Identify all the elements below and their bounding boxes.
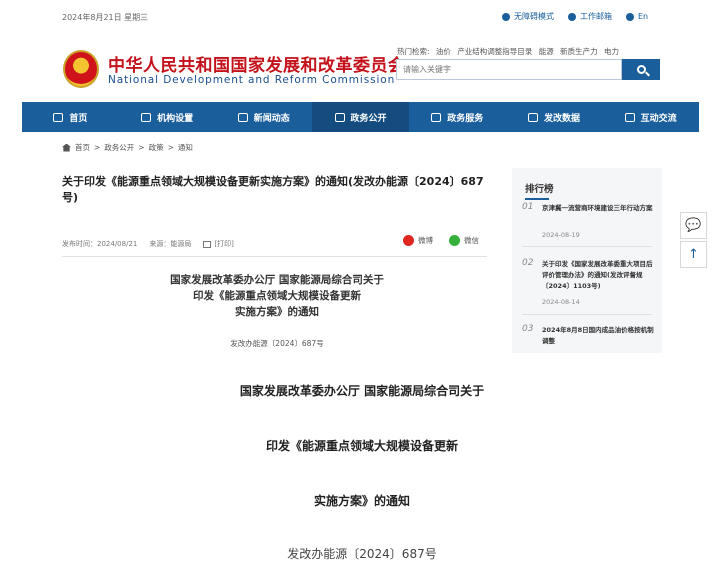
print-button[interactable]: [打印]: [203, 239, 234, 249]
nav-item-home[interactable]: 首页: [22, 102, 119, 132]
nav-label: 新闻动态: [253, 113, 290, 124]
hot-term[interactable]: 能源: [539, 47, 554, 56]
work-mail-label: 工作邮箱: [580, 12, 612, 21]
nav-item-services[interactable]: 政务服务: [409, 102, 506, 132]
service-icon: [431, 112, 442, 122]
location-icon: [502, 12, 510, 21]
work-mail-link[interactable]: 工作邮箱: [568, 11, 612, 22]
document-title-line: 实施方案》的通知: [235, 306, 319, 318]
search-input[interactable]: [396, 59, 622, 80]
divider: [62, 256, 487, 257]
back-to-top-icon: ↑: [688, 247, 699, 262]
ranking-item[interactable]: 02 关于印发《国家发展改革委重大项目后评价管理办法》的通知(发改评督规〔202…: [522, 258, 654, 315]
search-button[interactable]: [622, 59, 660, 80]
article-source: 来源：能源局: [149, 240, 192, 248]
nav-label: 机构设置: [157, 113, 194, 124]
nav-label: 发改数据: [543, 113, 580, 124]
enlarged-document-number: 发改办能源〔2024〕687号: [287, 547, 437, 561]
share-bar: 微博 微信: [403, 235, 479, 246]
ranking-number: 01: [522, 202, 534, 212]
wechat-icon: [449, 235, 460, 246]
umbrella-icon: [334, 112, 345, 122]
hot-search-terms: 热门检索: 油价 产业结构调整指导目录 能源 新质生产力 电力: [397, 46, 623, 57]
document-number: 发改办能源〔2024〕687号: [230, 339, 324, 348]
main-nav: 首页 机构设置 新闻动态 政务公开 政务服务 发改数据 互动交流: [22, 102, 699, 132]
print-label: [打印]: [214, 240, 234, 248]
hot-term[interactable]: 油价: [436, 47, 451, 56]
ranking-item[interactable]: 03 2024年8月8日国内成品油价格按机制调整: [522, 324, 654, 352]
printer-icon: [203, 240, 212, 248]
nav-item-data[interactable]: 发改数据: [506, 102, 603, 132]
breadcrumb-item[interactable]: 通知: [178, 142, 193, 153]
ranking-item-title[interactable]: 京津冀一流营商环境建设三年行动方案: [542, 203, 654, 214]
document-title: 国家发展改革委办公厅 国家能源局综合司关于 印发《能源重点领域大规模设备更新 实…: [62, 272, 492, 320]
english-link[interactable]: En: [626, 11, 648, 22]
document-title-line: 印发《能源重点领域大规模设备更新: [193, 290, 361, 302]
site-name-en[interactable]: National Development and Reform Commissi…: [108, 74, 395, 86]
enlarged-title-line: 实施方案》的通知: [313, 494, 410, 508]
top-links: 无障碍模式 工作邮箱 En: [502, 11, 648, 22]
ranking-panel: 排行榜 01 京津冀一流营商环境建设三年行动方案 2024-08-19 02 关…: [512, 168, 662, 353]
ranking-title: 排行榜: [525, 181, 554, 200]
chat-bubble-icon: 💬: [685, 218, 702, 233]
weibo-icon: [403, 235, 414, 246]
site-header: 中华人民共和国国家发展和改革委员会 National Development a…: [0, 34, 724, 102]
document-title-line: 国家发展改革委办公厅 国家能源局综合司关于: [170, 274, 384, 286]
divider: [522, 314, 652, 315]
publish-time: 发布时间：2024/08/21: [62, 240, 138, 248]
home-icon: [53, 112, 64, 122]
breadcrumb-item[interactable]: 首页: [75, 142, 90, 153]
breadcrumb-item[interactable]: 政策: [149, 142, 164, 153]
top-bar: 2024年8月21日 星期三 无障碍模式 工作邮箱 En: [0, 0, 724, 34]
article-title: 关于印发《能源重点领域大规模设备更新实施方案》的通知(发改办能源〔2024〕68…: [62, 175, 484, 204]
ranking-item-title[interactable]: 关于印发《国家发展改革委重大项目后评价管理办法》的通知(发改评督规〔2024〕1…: [542, 259, 654, 292]
globe-icon: [626, 12, 634, 21]
nav-item-news[interactable]: 新闻动态: [215, 102, 312, 132]
mail-icon: [568, 12, 576, 21]
chat-icon: [624, 112, 635, 122]
nav-label: 首页: [69, 113, 88, 124]
ranking-item[interactable]: 01 京津冀一流营商环境建设三年行动方案 2024-08-19: [522, 202, 654, 247]
ranking-number: 02: [522, 258, 534, 268]
data-icon: [527, 112, 538, 122]
nav-label: 政务公开: [350, 113, 387, 124]
ranking-number: 03: [522, 324, 534, 334]
floating-toolbar: 💬 ↑: [680, 212, 707, 270]
chat-bubble-button[interactable]: 💬: [680, 212, 707, 239]
enlarged-title-line: 国家发展改革委办公厅 国家能源局综合司关于: [239, 384, 485, 398]
site-name-cn[interactable]: 中华人民共和国国家发展和改革委员会: [108, 51, 406, 76]
divider: [522, 246, 652, 247]
nav-label: 政务服务: [447, 113, 484, 124]
accessibility-link[interactable]: 无障碍模式: [502, 11, 554, 22]
nav-item-government-affairs[interactable]: 政务公开: [312, 102, 409, 132]
nav-label: 互动交流: [640, 113, 677, 124]
accessibility-label: 无障碍模式: [514, 12, 554, 21]
share-wechat-button[interactable]: 微信: [449, 235, 479, 246]
breadcrumb: 首页 > 政务公开 > 政策 > 通知: [62, 142, 193, 153]
news-icon: [237, 112, 248, 122]
article-meta: 发布时间：2024/08/21 来源：能源局 [打印]: [62, 239, 234, 249]
enlarged-title-line: 印发《能源重点领域大规模设备更新: [265, 439, 458, 453]
hot-term[interactable]: 新质生产力: [560, 47, 598, 56]
search-icon: [636, 65, 646, 74]
search-box: [396, 59, 660, 80]
home-icon: [62, 143, 71, 152]
ranking-item-title[interactable]: 2024年8月8日国内成品油价格按机制调整: [542, 325, 654, 347]
national-emblem-icon[interactable]: [63, 50, 99, 88]
back-to-top-button[interactable]: ↑: [680, 241, 707, 268]
hot-term[interactable]: 电力: [604, 47, 619, 56]
english-label: En: [638, 12, 649, 21]
breadcrumb-item[interactable]: 政务公开: [104, 142, 134, 153]
share-weibo-label: 微博: [418, 236, 433, 245]
current-date: 2024年8月21日 星期三: [62, 13, 149, 22]
ranking-item-date: 2024-08-14: [542, 298, 580, 306]
share-weibo-button[interactable]: 微博: [403, 235, 433, 246]
hot-search-label: 热门检索:: [397, 47, 430, 56]
nav-item-interaction[interactable]: 互动交流: [602, 102, 699, 132]
ranking-item-date: 2024-08-19: [542, 231, 580, 239]
building-icon: [141, 112, 152, 122]
share-wechat-label: 微信: [464, 236, 479, 245]
nav-item-organization[interactable]: 机构设置: [119, 102, 216, 132]
hot-term[interactable]: 产业结构调整指导目录: [457, 47, 532, 56]
